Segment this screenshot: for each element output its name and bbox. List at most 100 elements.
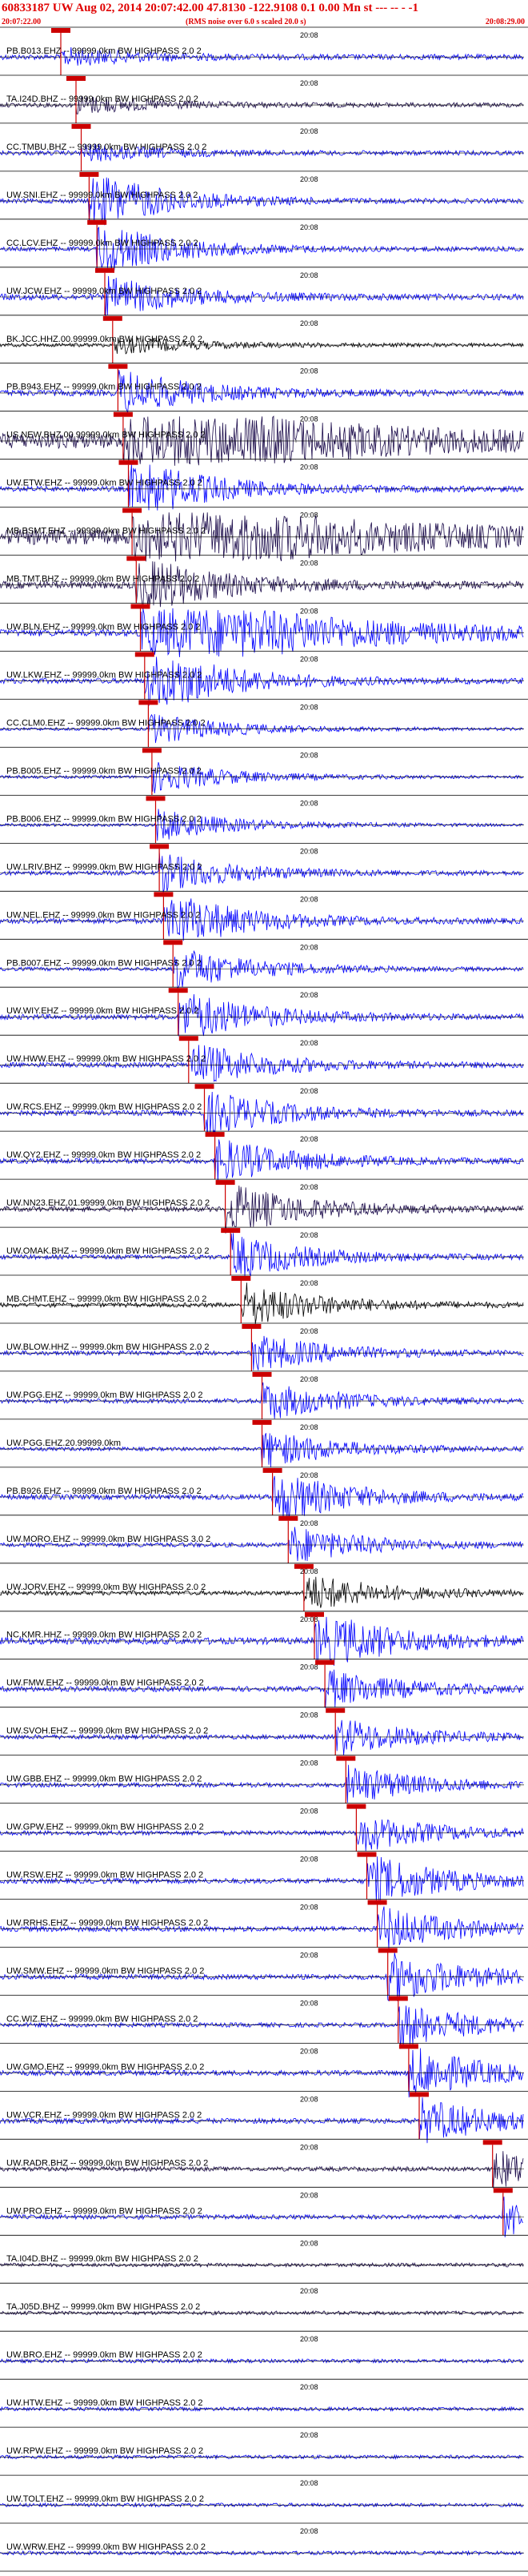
pick-marker [71,123,91,129]
waveform-trace [0,1856,524,1905]
waveform-trace [0,656,524,706]
station-label: MB.BSMT.EHZ -- 99999.0km BW HIGHPASS 2.0… [6,527,206,536]
time-tick-label: 20:08 [300,415,318,423]
time-tick-label: 20:08 [300,2479,318,2487]
time-tick-label: 20:08 [300,2047,318,2055]
pick-marker [154,892,174,897]
pick-marker [388,1996,408,2001]
station-label: TA.J05D.BHZ -- 99999.0km BW HIGHPASS 2.0… [6,2302,200,2312]
time-tick-label: 20:08 [300,1711,318,1719]
station-label: TA.I04D.BHZ -- 99999.0km BW HIGHPASS 2.0… [6,2254,198,2264]
time-tick-label: 20:08 [300,2239,318,2247]
station-label: PB.B926.EHZ -- 99999.0km BW HIGHPASS 2.0… [6,1487,202,1496]
waveform-trace [0,177,524,226]
time-tick-label: 20:08 [300,1423,318,1431]
waveform-trace [0,1719,524,1755]
pick-marker [95,267,114,273]
time-tick-label: 20:08 [300,2143,318,2151]
time-tick-label: 20:08 [300,2527,318,2535]
pick-marker [326,1707,346,1713]
time-tick-label: 20:08 [300,847,318,855]
time-tick-label: 20:08 [300,991,318,999]
pick-marker [150,844,170,849]
station-label: UW.SMW.EHZ -- 99999.0km BW HIGHPASS 2.0 … [6,1967,204,1976]
station-label: UW.NN23.EHZ.01.99999.0km BW HIGHPASS 2.0… [6,1198,210,1208]
time-tick-label: 20:08 [300,799,318,807]
station-label: UW.WIY.EHZ -- 99999.0km BW HIGHPASS 2.0 … [6,1006,198,1016]
waveform-trace [0,1475,524,1520]
station-label: UW.RPW.EHZ -- 99999.0km BW HIGHPASS 2.0 … [6,2446,203,2456]
station-label: UW.RCS.EHZ -- 99999.0km BW HIGHPASS 2.0 … [6,1102,202,1112]
station-label: MB.TMT.BHZ -- 99999.0km BW HIGHPASS 2.0 … [6,575,199,584]
station-label: UW.MORO.EHZ -- 99999.0km BW HIGHPASS 3.0… [6,1535,210,1544]
time-tick-label: 20:08 [300,560,318,568]
time-tick-label: 20:08 [300,1183,318,1191]
time-tick-label: 20:08 [300,31,318,39]
station-label: UW.VCR.EHZ -- 99999.0km BW HIGHPASS 2.0 … [6,2110,202,2120]
time-tick-label: 20:08 [300,2191,318,2199]
time-tick-label: 20:08 [300,1279,318,1287]
station-label: PB.B007.EHZ -- 99999.0km BW HIGHPASS 2.0… [6,958,202,968]
waveform-trace [0,949,524,989]
station-label: UW.SVOH.EHZ -- 99999.0km BW HIGHPASS 2.0… [6,1727,208,1736]
time-tick-label: 20:08 [300,1856,318,1864]
station-label: PB.B943.EHZ -- 99999.0km BW HIGHPASS 2.0… [6,383,202,392]
pick-marker [51,28,70,33]
pick-marker [108,363,128,369]
pick-marker [126,556,146,561]
pick-marker [315,1659,335,1665]
pick-marker [346,1804,366,1809]
pick-marker [194,1084,214,1089]
station-label: UW.SNI.EHZ -- 99999.0km BW HIGHPASS 2.0 … [6,191,198,200]
waveform-trace [0,1616,524,1666]
pick-marker [482,2140,502,2145]
pick-marker [278,1515,298,1521]
waveform-trace [0,2005,524,2049]
pick-marker [168,988,188,993]
station-label: UW.PRO.EHZ -- 99999.0km BW HIGHPASS 2.0 … [6,2206,202,2216]
time-tick-label: 20:08 [300,127,318,135]
time-tick-label: 20:08 [300,1471,318,1479]
station-label: UW.RADR.BHZ -- 99999.0km BW HIGHPASS 2.0… [6,2158,208,2168]
pick-marker [163,940,183,945]
time-tick-label: 20:08 [300,1808,318,1816]
waveform-trace [0,1576,524,1608]
pick-marker [378,1948,398,1953]
time-tick-label: 20:08 [300,895,318,903]
station-label: UW.QY2.EHZ -- 99999.0km BW HIGHPASS 2.0 … [6,1150,201,1160]
time-tick-label: 20:08 [300,367,318,375]
pick-marker [79,171,99,177]
pick-marker [134,652,154,657]
station-label: UW.PGG.EHZ.20.99999.0km [6,1438,121,1448]
pick-marker [242,1324,262,1329]
station-label: UW.GBB.EHZ -- 99999.0km BW HIGHPASS 2.0 … [6,1775,202,1784]
station-label: UW.JORV.EHZ -- 99999.0km BW HIGHPASS 2.0… [6,1583,206,1592]
pick-marker [252,1371,272,1377]
pick-marker [221,1228,241,1234]
pick-marker [398,2044,418,2049]
waveform-trace [0,853,524,893]
time-tick-label: 20:08 [300,943,318,951]
station-label: NC.KMR.HHZ -- 99999.0km BW HIGHPASS 2.0 … [6,1631,202,1640]
time-tick-label: 20:08 [300,223,318,231]
time-tick-label: 20:08 [300,2000,318,2008]
time-tick-label: 20:08 [300,656,318,664]
station-label: PB.B006.EHZ -- 99999.0km BW HIGHPASS 2.0… [6,814,202,824]
time-tick-label: 20:08 [300,704,318,712]
station-label: MB.CHMT.EHZ -- 99999.0km BW HIGHPASS 2.0… [6,1294,206,1304]
time-tick-label: 20:08 [300,1952,318,1960]
pick-marker [294,1563,314,1569]
station-label: UW.NEL.EHZ -- 99999.0km BW HIGHPASS 2.0 … [6,910,200,920]
pick-marker [367,1900,387,1905]
pick-marker [138,700,158,705]
time-tick-label: 20:08 [300,2431,318,2439]
station-label: US.NEW.BHZ.00.99999.0km BW HIGHPASS 2.0 … [6,431,206,440]
station-label: UW.PGG.EHZ -- 99999.0km BW HIGHPASS 2.0 … [6,1390,203,1400]
pick-marker [142,748,162,753]
pick-marker [305,1611,324,1617]
time-tick-label: 20:08 [300,1231,318,1239]
station-label: UW.OMAK.BHZ -- 99999.0km BW HIGHPASS 2.0… [6,1246,209,1256]
station-label: CC.CLM0.EHZ -- 99999.0km BW HIGHPASS 2.0… [6,719,206,728]
time-tick-label: 20:08 [300,608,318,616]
station-label: BK.JCC.HHZ.00.99999.0km BW HIGHPASS 2.0 … [6,335,202,344]
